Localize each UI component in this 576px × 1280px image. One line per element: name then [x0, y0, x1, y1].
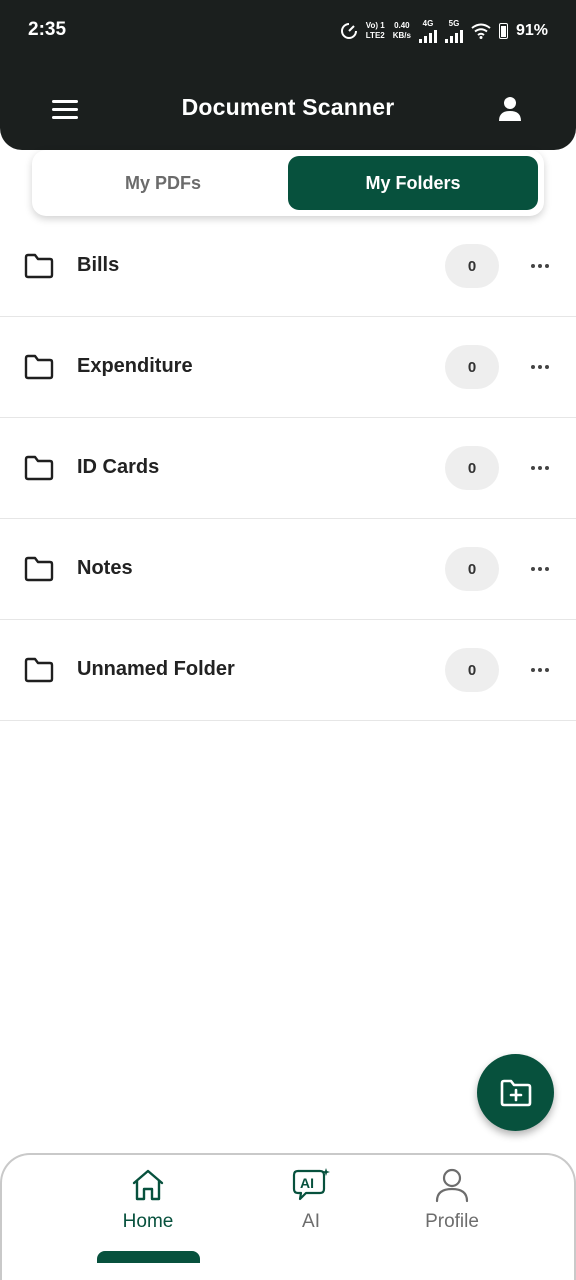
folder-count-badge: 0 — [445, 345, 499, 389]
app-header: 2:35 Vo) 1 LTE2 0.40 KB/s 4G 5G 91% Docu… — [0, 0, 576, 150]
folder-name: Expenditure — [77, 355, 193, 377]
page-title: Document Scanner — [181, 94, 395, 120]
bottom-navigation: Home AI AI Profile — [0, 1153, 576, 1280]
folder-name: Bills — [77, 254, 120, 276]
home-icon — [132, 1169, 164, 1201]
folder-icon — [24, 455, 54, 481]
folder-count-badge: 0 — [445, 446, 499, 490]
status-time: 2:35 — [28, 19, 67, 40]
folder-icon — [24, 556, 54, 582]
more-options-icon[interactable] — [525, 254, 555, 278]
nav-home-label: Home — [122, 1211, 174, 1232]
add-folder-button[interactable] — [477, 1054, 554, 1131]
folder-count-badge: 0 — [445, 244, 499, 288]
ai-chat-icon: AI — [292, 1168, 330, 1201]
network-speed: 0.40 KB/s — [392, 21, 411, 40]
folder-row-expenditure[interactable]: Expenditure 0 — [0, 317, 576, 418]
folder-row-bills[interactable]: Bills 0 — [0, 216, 576, 317]
folder-icon — [24, 253, 54, 279]
folder-icon — [24, 354, 54, 380]
folder-list: Bills 0 Expenditure 0 ID Cards 0 Notes 0… — [0, 216, 576, 721]
profile-icon — [435, 1168, 469, 1203]
tab-my-folders[interactable]: My Folders — [288, 156, 538, 210]
folder-name: Notes — [77, 557, 133, 579]
nav-profile[interactable]: Profile — [397, 1167, 507, 1267]
battery-icon — [498, 23, 508, 39]
status-icons: Vo) 1 LTE2 0.40 KB/s 4G 5G 91% — [340, 19, 548, 43]
folder-count-badge: 0 — [445, 547, 499, 591]
more-options-icon[interactable] — [525, 355, 555, 379]
folder-name: Unnamed Folder — [77, 658, 235, 680]
signal-5g-icon: 5G — [444, 19, 463, 43]
folder-name: ID Cards — [77, 456, 160, 478]
wifi-icon — [471, 23, 491, 39]
svg-text:AI: AI — [300, 1175, 314, 1191]
add-folder-icon — [500, 1079, 531, 1106]
active-tab-indicator — [97, 1251, 200, 1263]
battery-percent: 91% — [515, 22, 548, 39]
nav-ai-label: AI — [302, 1211, 320, 1232]
folder-count-badge: 0 — [445, 648, 499, 692]
nav-profile-label: Profile — [425, 1211, 479, 1232]
more-options-icon[interactable] — [525, 658, 555, 682]
data-saver-icon — [340, 23, 357, 39]
folder-row-unnamed-folder[interactable]: Unnamed Folder 0 — [0, 620, 576, 721]
more-options-icon[interactable] — [525, 456, 555, 480]
folder-row-notes[interactable]: Notes 0 — [0, 519, 576, 620]
status-bar: 2:35 Vo) 1 LTE2 0.40 KB/s 4G 5G 91% — [0, 0, 576, 60]
nav-ai[interactable]: AI AI — [256, 1167, 366, 1267]
tab-my-pdfs[interactable]: My PDFs — [38, 156, 288, 210]
tab-switcher: My PDFs My Folders — [32, 150, 544, 216]
folder-icon — [24, 657, 54, 683]
network-type: Vo) 1 LTE2 — [365, 21, 385, 40]
user-icon[interactable] — [496, 95, 524, 123]
folder-row-id-cards[interactable]: ID Cards 0 — [0, 418, 576, 519]
signal-4g-icon: 4G — [418, 19, 437, 43]
more-options-icon[interactable] — [525, 557, 555, 581]
